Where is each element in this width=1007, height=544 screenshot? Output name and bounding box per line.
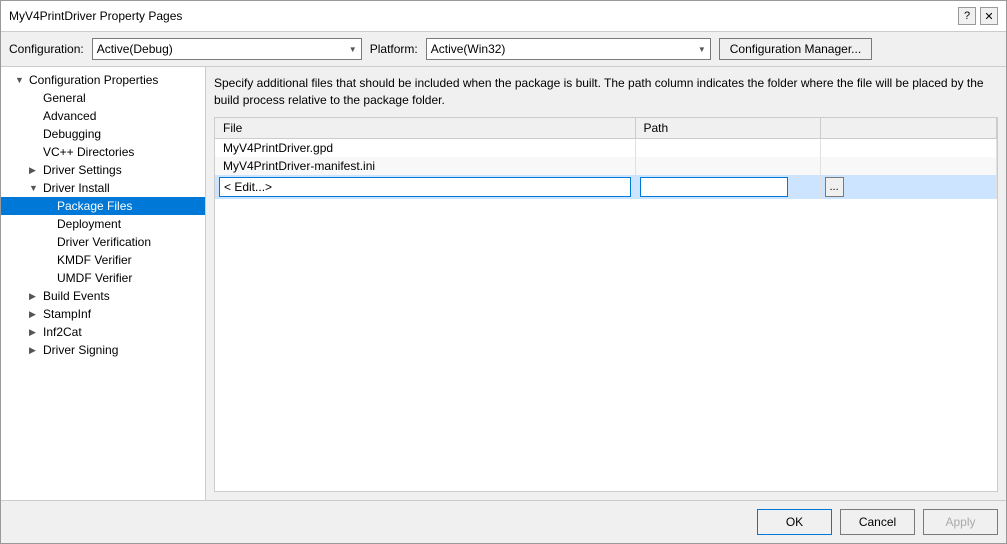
main-content: ▼Configuration PropertiesGeneralAdvanced… [1,67,1006,500]
sidebar-item-inf2cat[interactable]: ▶Inf2Cat [1,323,205,341]
sidebar-item-driver-install[interactable]: ▼Driver Install [1,179,205,197]
platform-label: Platform: [370,42,418,56]
footer-buttons: OK Cancel Apply [1,500,1006,543]
edit-path-input[interactable] [640,177,788,197]
sidebar-label-umdf-verifier: UMDF Verifier [57,271,132,285]
sidebar-label-inf2cat: Inf2Cat [43,325,82,339]
property-pages-window: MyV4PrintDriver Property Pages ? ✕ Confi… [0,0,1007,544]
col-path-header: Path [635,118,820,139]
edit-file-cell[interactable] [215,175,635,199]
platform-combo-arrow: ▼ [698,45,706,54]
expander-icon-driver-signing: ▶ [29,345,43,356]
sidebar-label-build-events: Build Events [43,289,110,303]
ok-button[interactable]: OK [757,509,832,535]
platform-value: Active(Win32) [431,42,506,56]
table-cell-extra [820,138,997,157]
sidebar-item-config-properties[interactable]: ▼Configuration Properties [1,71,205,89]
col-extra-header [820,118,997,139]
sidebar-label-config-properties: Configuration Properties [29,73,158,87]
table-header-row: File Path [215,118,997,139]
sidebar-label-package-files: Package Files [57,199,132,213]
config-label: Configuration: [9,42,84,56]
sidebar-item-build-events[interactable]: ▶Build Events [1,287,205,305]
sidebar: ▼Configuration PropertiesGeneralAdvanced… [1,67,206,500]
sidebar-label-driver-settings: Driver Settings [43,163,122,177]
config-value: Active(Debug) [97,42,173,56]
table-cell-path [635,157,820,175]
config-row: Configuration: Active(Debug) ▼ Platform:… [1,32,1006,67]
close-button[interactable]: ✕ [980,7,998,25]
expander-icon-build-events: ▶ [29,291,43,302]
sidebar-label-debugging: Debugging [43,127,101,141]
expander-icon-driver-settings: ▶ [29,165,43,176]
right-panel: Specify additional files that should be … [206,67,1006,500]
sidebar-label-driver-verification: Driver Verification [57,235,151,249]
browse-cell: ... [820,175,997,199]
sidebar-item-package-files[interactable]: Package Files [1,197,205,215]
description-text: Specify additional files that should be … [214,75,998,109]
sidebar-label-advanced: Advanced [43,109,96,123]
sidebar-label-deployment: Deployment [57,217,121,231]
expander-icon-stampinf: ▶ [29,309,43,320]
col-file-header: File [215,118,635,139]
edit-file-input[interactable] [219,177,631,197]
config-manager-button[interactable]: Configuration Manager... [719,38,872,60]
table-row: MyV4PrintDriver-manifest.ini [215,157,997,175]
sidebar-item-driver-settings[interactable]: ▶Driver Settings [1,161,205,179]
sidebar-item-umdf-verifier[interactable]: UMDF Verifier [1,269,205,287]
configuration-combo[interactable]: Active(Debug) ▼ [92,38,362,60]
sidebar-item-driver-signing[interactable]: ▶Driver Signing [1,341,205,359]
files-table-container: File Path MyV4PrintDriver.gpdMyV4PrintDr… [214,117,998,492]
help-button[interactable]: ? [958,7,976,25]
sidebar-label-driver-install: Driver Install [43,181,110,195]
sidebar-label-general: General [43,91,86,105]
table-cell-extra [820,157,997,175]
title-bar-buttons: ? ✕ [958,7,998,25]
window-title: MyV4PrintDriver Property Pages [9,9,182,23]
expander-icon-inf2cat: ▶ [29,327,43,338]
sidebar-item-stampinf[interactable]: ▶StampInf [1,305,205,323]
sidebar-label-stampinf: StampInf [43,307,91,321]
expander-icon-config-properties: ▼ [15,75,29,85]
sidebar-item-general[interactable]: General [1,89,205,107]
apply-button[interactable]: Apply [923,509,998,535]
sidebar-item-advanced[interactable]: Advanced [1,107,205,125]
table-cell-path [635,138,820,157]
platform-combo[interactable]: Active(Win32) ▼ [426,38,711,60]
browse-button[interactable]: ... [825,177,844,197]
sidebar-item-debugging[interactable]: Debugging [1,125,205,143]
sidebar-item-driver-verification[interactable]: Driver Verification [1,233,205,251]
sidebar-label-vc-directories: VC++ Directories [43,145,134,159]
edit-path-cell [635,175,820,199]
table-cell-file: MyV4PrintDriver.gpd [215,138,635,157]
sidebar-label-kmdf-verifier: KMDF Verifier [57,253,132,267]
sidebar-item-kmdf-verifier[interactable]: KMDF Verifier [1,251,205,269]
config-combo-arrow: ▼ [349,45,357,54]
sidebar-label-driver-signing: Driver Signing [43,343,118,357]
title-bar: MyV4PrintDriver Property Pages ? ✕ [1,1,1006,32]
cancel-button[interactable]: Cancel [840,509,915,535]
sidebar-item-deployment[interactable]: Deployment [1,215,205,233]
files-table: File Path MyV4PrintDriver.gpdMyV4PrintDr… [215,118,997,199]
table-row: MyV4PrintDriver.gpd [215,138,997,157]
table-edit-row: ... [215,175,997,199]
table-cell-file: MyV4PrintDriver-manifest.ini [215,157,635,175]
sidebar-item-vc-directories[interactable]: VC++ Directories [1,143,205,161]
expander-icon-driver-install: ▼ [29,183,43,193]
